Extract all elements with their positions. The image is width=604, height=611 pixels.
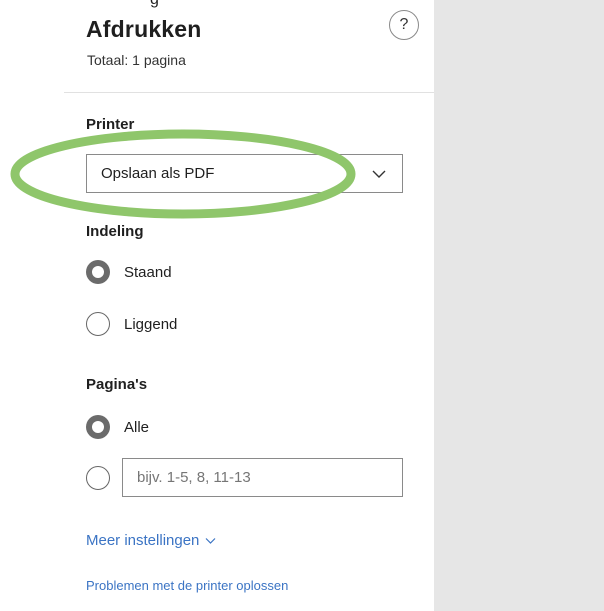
pages-option-custom[interactable] [86, 465, 110, 491]
pages-range-input[interactable] [122, 458, 403, 497]
printer-select[interactable]: Opslaan als PDF [86, 154, 403, 193]
landscape-radio[interactable] [86, 312, 110, 336]
pages-custom-radio[interactable] [86, 466, 110, 490]
pages-label: Pagina's [86, 376, 148, 393]
portrait-label: Staand [124, 263, 172, 281]
layout-label: Indeling [86, 223, 144, 240]
pages-all-radio[interactable] [86, 415, 110, 439]
printer-select-value: Opslaan als PDF [101, 165, 215, 182]
print-settings-panel: g Afdrukken Totaal: 1 pagina ? Printer O… [0, 0, 434, 611]
pages-all-label: Alle [124, 418, 150, 436]
help-button[interactable]: ? [389, 10, 419, 40]
chevron-down-icon [205, 538, 216, 544]
page-count-subtitle: Totaal: 1 pagina [87, 52, 186, 68]
question-icon: ? [399, 16, 409, 33]
more-settings-label: Meer instellingen [86, 532, 200, 549]
print-preview-pane [434, 0, 604, 611]
chevron-down-icon [372, 170, 386, 178]
more-settings-link[interactable]: Meer instellingen [86, 532, 216, 549]
print-dialog: g Afdrukken Totaal: 1 pagina ? Printer O… [0, 0, 604, 611]
layout-option-landscape[interactable]: Liggend [86, 311, 177, 337]
clipped-top-text: g [150, 0, 159, 9]
layout-option-portrait[interactable]: Staand [86, 259, 172, 285]
header-divider [64, 92, 434, 93]
troubleshoot-printer-link[interactable]: Problemen met de printer oplossen [86, 578, 288, 593]
page-title: Afdrukken [86, 16, 202, 42]
landscape-label: Liggend [124, 315, 178, 333]
pages-option-all[interactable]: Alle [86, 414, 149, 440]
portrait-radio[interactable] [86, 260, 110, 284]
printer-label: Printer [86, 116, 135, 133]
